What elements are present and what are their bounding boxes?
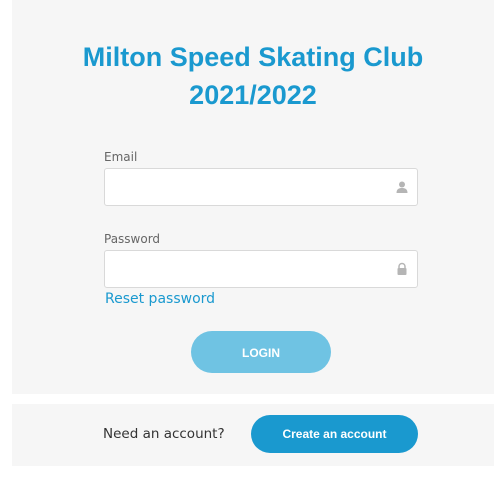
signup-footer: Need an account? Create an account bbox=[12, 404, 494, 466]
title-line-2: 2021/2022 bbox=[189, 80, 317, 110]
email-field[interactable] bbox=[104, 168, 418, 206]
login-page: Milton Speed Skating Club 2021/2022 Emai… bbox=[0, 0, 502, 487]
create-account-button[interactable]: Create an account bbox=[251, 415, 418, 453]
title-line-1: Milton Speed Skating Club bbox=[82, 42, 424, 72]
reset-password-link[interactable]: Reset password bbox=[105, 291, 215, 307]
lock-icon bbox=[397, 262, 407, 275]
password-input[interactable] bbox=[105, 251, 395, 287]
user-icon bbox=[396, 181, 408, 193]
login-card: Milton Speed Skating Club 2021/2022 Emai… bbox=[12, 0, 494, 394]
login-button[interactable]: LOGIN bbox=[191, 331, 331, 373]
need-account-text: Need an account? bbox=[103, 426, 225, 442]
email-label: Email bbox=[104, 150, 138, 164]
password-field[interactable] bbox=[104, 250, 418, 288]
page-title: Milton Speed Skating Club 2021/2022 bbox=[12, 38, 494, 114]
password-label: Password bbox=[104, 232, 161, 246]
email-input[interactable] bbox=[105, 169, 395, 205]
